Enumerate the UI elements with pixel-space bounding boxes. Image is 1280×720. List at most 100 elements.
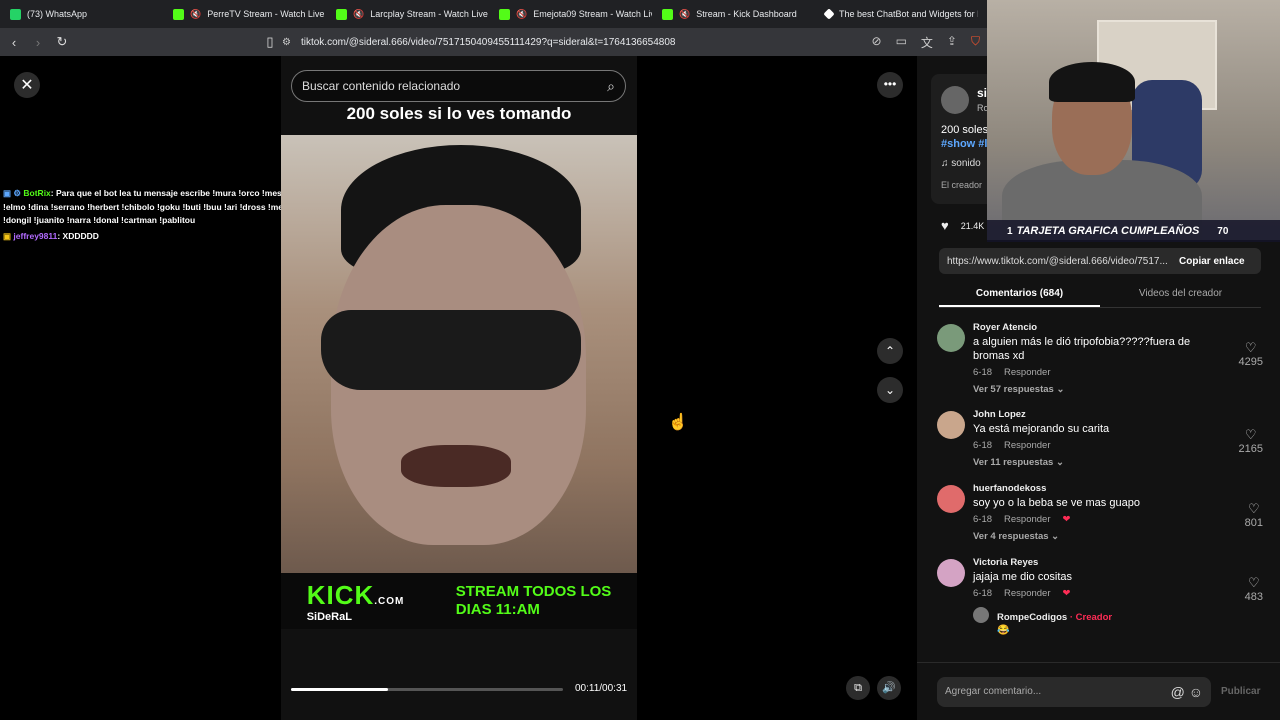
reply-button[interactable]: Responder — [1004, 588, 1050, 599]
related-search-input[interactable]: Buscar contenido relacionado ⌕ — [291, 70, 626, 102]
stream-goal-bar: 1 TARJETA GRAFICA CUMPLEAÑOS 70 — [987, 220, 1280, 242]
video-player[interactable]: Buscar contenido relacionado ⌕ 200 soles… — [281, 56, 637, 720]
comment-like-count: 483 — [1244, 591, 1263, 603]
comment-username[interactable]: John Lopez — [973, 409, 1267, 420]
copy-link-button[interactable]: Copiar enlace — [1171, 256, 1245, 267]
tab-kick-dashboard[interactable]: 🔇 Stream - Kick Dashboard — [652, 0, 815, 28]
creator-liked-icon: ❤ — [1062, 588, 1071, 599]
video-progress-bar[interactable] — [291, 688, 563, 691]
comment-like-count: 801 — [1244, 517, 1263, 529]
volume-icon[interactable]: 🔊 — [877, 676, 901, 700]
creator-reply: RompeCodigos · Creador 😂 — [973, 607, 1267, 636]
reload-icon[interactable]: ↻ — [52, 34, 72, 50]
translate-icon[interactable]: 文 — [921, 34, 933, 51]
comment-like[interactable]: ♡ 4295 — [1239, 340, 1263, 368]
chat-message: ▣ jeffrey9811: XDDDDD — [3, 230, 327, 244]
tab-label: The best ChatBot and Widgets for Ki — [839, 9, 978, 19]
video-glasses-shape — [321, 310, 581, 390]
tab-botrix[interactable]: The best ChatBot and Widgets for Ki — [815, 0, 978, 28]
next-video-icon[interactable]: ⌄ — [877, 377, 903, 403]
heart-icon[interactable]: ♡ — [1245, 501, 1263, 517]
site-settings-icon[interactable]: ⚙ — [282, 37, 291, 48]
tab-perretv[interactable]: 🔇 PerreTV Stream - Watch Live on K — [163, 0, 326, 28]
like-icon[interactable]: ♥ — [941, 218, 949, 233]
comment-input[interactable]: Agregar comentario... @ ☺ — [937, 677, 1211, 707]
view-replies-button[interactable]: Ver 4 respuestas ⌄ — [973, 531, 1267, 542]
view-replies-button[interactable]: Ver 11 respuestas ⌄ — [973, 457, 1267, 468]
eye-off-icon[interactable]: ⊘ — [872, 34, 882, 51]
screen-icon[interactable]: ▭ — [896, 34, 907, 51]
commenter-avatar[interactable] — [937, 559, 965, 587]
reply-avatar[interactable] — [973, 607, 989, 623]
publish-button[interactable]: Publicar — [1221, 677, 1260, 707]
comment-username[interactable]: Royer Atencio — [973, 322, 1267, 333]
share-icon[interactable]: ⇪ — [947, 34, 957, 51]
tab-larcplay[interactable]: 🔇 Larcplay Stream - Watch Live on — [326, 0, 489, 28]
reply-button[interactable]: Responder — [1004, 440, 1050, 451]
comment-like-count: 2165 — [1238, 443, 1263, 455]
hand-cursor-icon: ☝ — [668, 414, 688, 431]
search-icon[interactable]: ⌕ — [607, 78, 615, 95]
comment-username[interactable]: Victoria Reyes — [973, 557, 1267, 568]
comment-item: huerfanodekoss soy yo o la beba se ve ma… — [937, 483, 1267, 543]
chevron-down-icon: ⌄ — [1056, 384, 1065, 395]
commenter-avatar[interactable] — [937, 324, 965, 352]
chat-username: BotRix — [23, 188, 51, 198]
kick-logo-text: KICK — [306, 579, 375, 610]
video-sound[interactable]: ♫ sonido — [941, 158, 981, 169]
reply-emoji: 😂 — [997, 625, 1010, 636]
webcam-hair-shape — [1049, 62, 1135, 102]
comment-username[interactable]: huerfanodekoss — [973, 483, 1267, 494]
reply-button[interactable]: Responder — [1004, 514, 1050, 525]
video-hashtags[interactable]: #show #l — [941, 138, 987, 150]
search-placeholder: Buscar contenido relacionado — [302, 79, 461, 93]
creator-tag: · Creador — [1067, 612, 1113, 623]
kick-logo: KICK.COM SiDeRaL — [307, 580, 405, 623]
picture-in-picture-icon[interactable]: ⧉ — [846, 676, 870, 700]
back-icon[interactable]: ‹ — [4, 35, 24, 50]
mention-icon[interactable]: @ — [1171, 684, 1185, 700]
tab-creator-videos[interactable]: Videos del creador — [1100, 280, 1261, 307]
tab-emejota[interactable]: 🔇 Emejota09 Stream - Watch Live on K — [489, 0, 652, 28]
stream-schedule: STREAM TODOS LOS DIAS 11:AM — [456, 583, 612, 619]
bookmark-icon[interactable]: ▯ — [260, 34, 280, 50]
video-caption-title: 200 soles si lo ves tomando — [346, 104, 572, 123]
view-replies-button[interactable]: Ver 57 respuestas ⌄ — [973, 384, 1267, 395]
heart-icon[interactable]: ♡ — [1239, 427, 1263, 443]
tab-label: Emejota09 Stream - Watch Live on K — [533, 9, 652, 19]
heart-icon[interactable]: ♡ — [1245, 575, 1263, 591]
kick-promo-banner: KICK.COM SiDeRaL STREAM TODOS LOS DIAS 11:… — [281, 573, 637, 629]
comment-date: 6-18 — [973, 514, 993, 525]
close-icon[interactable]: ✕ — [14, 72, 40, 98]
share-link[interactable]: https://www.tiktok.com/@sideral.666/vide… — [939, 256, 1171, 267]
commenter-avatar[interactable] — [937, 411, 965, 439]
muted-icon[interactable]: 🔇 — [353, 9, 364, 20]
comment-like[interactable]: ♡ 483 — [1245, 575, 1263, 603]
comment-date: 6-18 — [973, 440, 993, 451]
tab-comments[interactable]: Comentarios (684) — [939, 280, 1100, 307]
muted-icon[interactable]: 🔇 — [190, 9, 201, 20]
muted-icon[interactable]: 🔇 — [516, 9, 527, 20]
reply-username[interactable]: RompeCodigos — [997, 612, 1067, 623]
tab-whatsapp[interactable]: (73) WhatsApp — [0, 0, 163, 28]
muted-icon[interactable]: 🔇 — [679, 9, 690, 20]
chat-text: : Para que el bot lea tu mensaje escribe… — [3, 188, 326, 225]
tab-label: PerreTV Stream - Watch Live on K — [207, 9, 326, 19]
brave-shield-icon[interactable]: ⛉ — [971, 34, 980, 51]
kick-icon — [173, 8, 184, 20]
forward-icon[interactable]: › — [28, 35, 48, 50]
creator-avatar[interactable] — [941, 86, 969, 114]
chat-message: ▣ ⚙ BotRix: Para que el bot lea tu mensa… — [3, 187, 327, 228]
url-field[interactable]: ⚙ tiktok.com/@sideral.666/video/75171504… — [282, 28, 676, 56]
previous-video-icon[interactable]: ⌃ — [877, 338, 903, 364]
emoji-icon[interactable]: ☺ — [1189, 684, 1203, 700]
commenter-avatar[interactable] — [937, 485, 965, 513]
comment-like[interactable]: ♡ 2165 — [1239, 427, 1263, 455]
comment-like[interactable]: ♡ 801 — [1245, 501, 1263, 529]
address-bar-actions: ⊘ ▭ 文 ⇪ ⛉ — [872, 34, 981, 51]
reply-button[interactable]: Responder — [1004, 367, 1050, 378]
goal-text: TARJETA GRAFICA CUMPLEAÑOS — [1016, 225, 1200, 237]
video-mouth-shape — [401, 445, 511, 487]
heart-icon[interactable]: ♡ — [1239, 340, 1263, 356]
more-options-icon[interactable]: ••• — [877, 72, 903, 98]
